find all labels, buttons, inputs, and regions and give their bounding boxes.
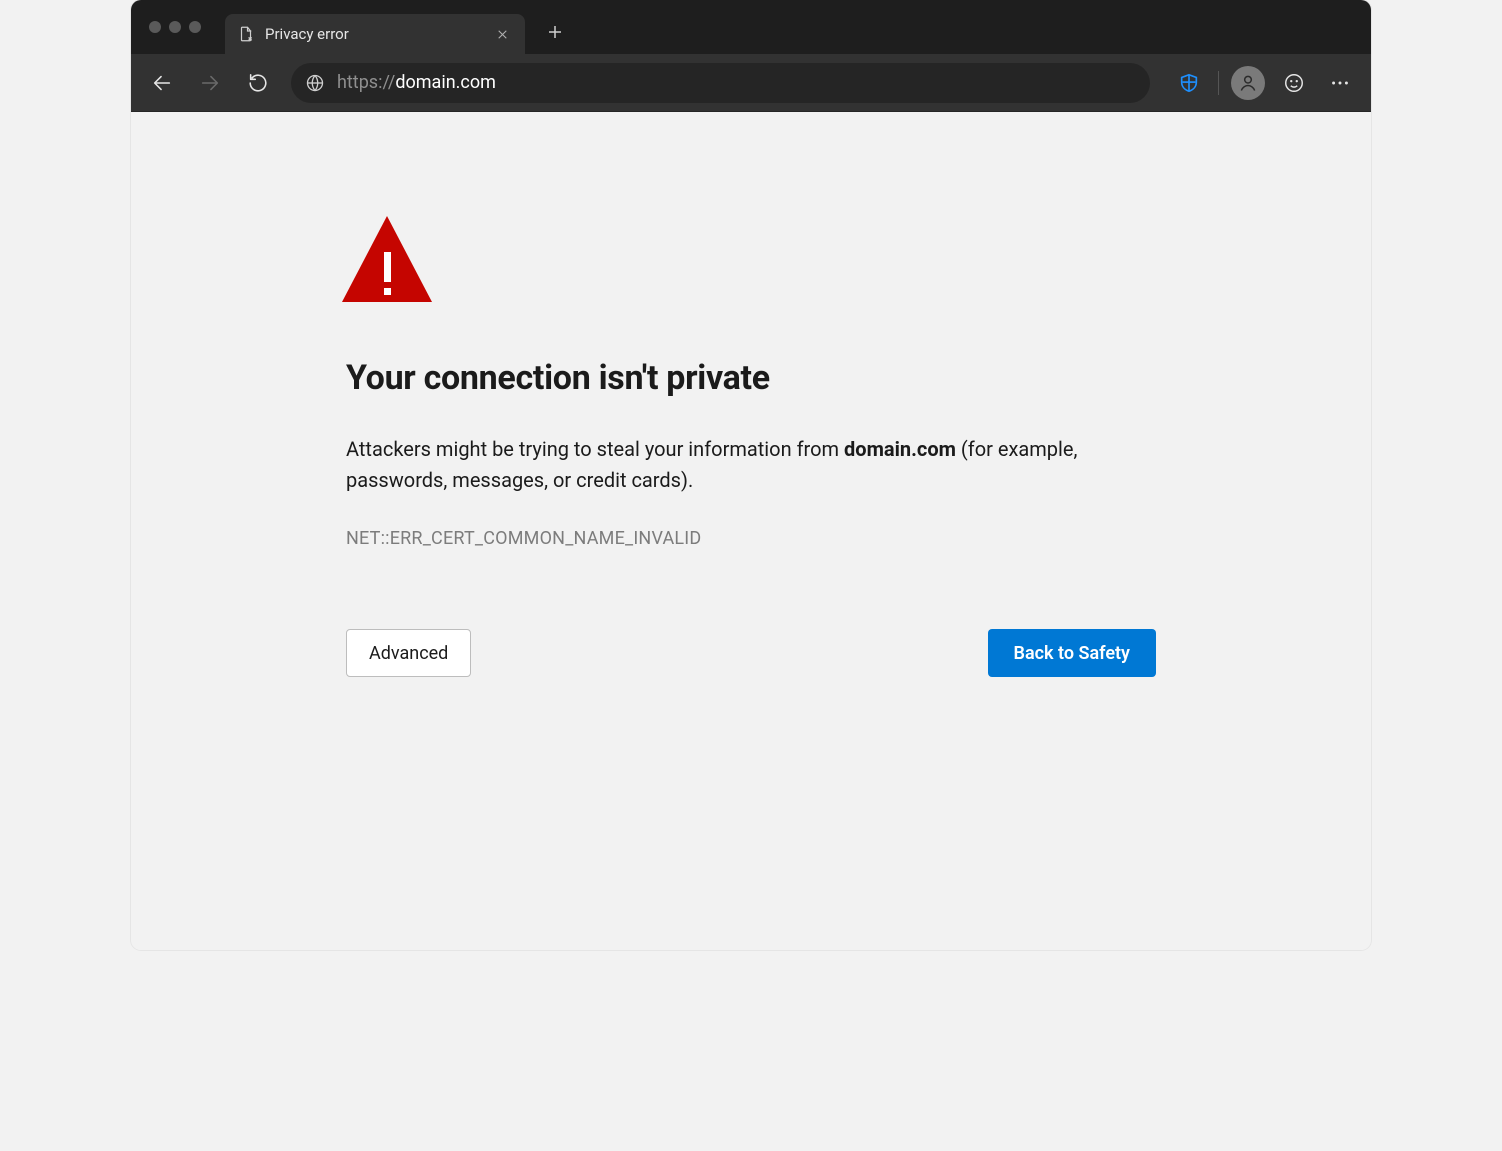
toolbar-right [1168, 62, 1361, 104]
window-close-dot[interactable] [149, 21, 161, 33]
tab-strip: Privacy error [131, 0, 1371, 54]
window-minimize-dot[interactable] [169, 21, 181, 33]
window-zoom-dot[interactable] [189, 21, 201, 33]
browser-window: Privacy error [131, 0, 1371, 950]
url-host: domain.com [395, 72, 496, 93]
settings-menu-button[interactable] [1319, 62, 1361, 104]
tracking-prevention-icon[interactable] [1168, 62, 1210, 104]
page-error-icon [237, 25, 255, 43]
site-info-icon[interactable] [305, 73, 325, 93]
tab-privacy-error[interactable]: Privacy error [225, 14, 525, 54]
browser-chrome: Privacy error [131, 0, 1371, 112]
error-panel: Your connection isn't private Attackers … [346, 216, 1156, 717]
toolbar: https://domain.com [131, 54, 1371, 112]
address-bar[interactable]: https://domain.com [291, 63, 1150, 103]
tab-close-icon[interactable] [493, 25, 511, 43]
new-tab-button[interactable] [537, 14, 573, 50]
url-protocol: https:// [337, 72, 395, 93]
avatar-icon [1231, 66, 1265, 100]
advanced-button[interactable]: Advanced [346, 629, 471, 677]
error-body: Attackers might be trying to steal your … [346, 434, 1156, 496]
forward-button[interactable] [189, 62, 231, 104]
error-heading: Your connection isn't private [346, 358, 1156, 398]
back-to-safety-button[interactable]: Back to Safety [988, 629, 1156, 677]
tab-title: Privacy error [265, 25, 483, 43]
toolbar-divider [1218, 71, 1219, 95]
profile-button[interactable] [1227, 62, 1269, 104]
action-row: Advanced Back to Safety [346, 629, 1156, 677]
error-code: NET::ERR_CERT_COMMON_NAME_INVALID [346, 528, 1156, 549]
page-content: Your connection isn't private Attackers … [131, 112, 1371, 950]
window-controls [143, 21, 217, 33]
error-body-domain: domain.com [844, 437, 956, 461]
feedback-icon[interactable] [1273, 62, 1315, 104]
error-body-prefix: Attackers might be trying to steal your … [346, 437, 844, 461]
warning-triangle-icon [342, 216, 432, 302]
refresh-button[interactable] [237, 62, 279, 104]
back-button[interactable] [141, 62, 183, 104]
url-text: https://domain.com [337, 72, 1136, 93]
